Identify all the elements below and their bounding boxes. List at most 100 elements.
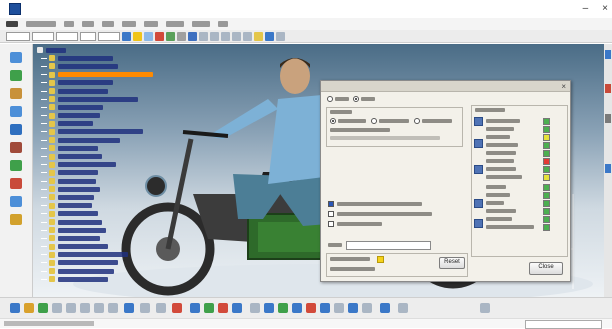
tree-row[interactable] [35, 185, 160, 193]
toolbar-combo-3[interactable] [56, 31, 78, 41]
mode-radio-1[interactable] [327, 96, 333, 102]
option-checkbox-2[interactable] [328, 211, 334, 217]
light-icon[interactable] [348, 303, 358, 313]
close-button[interactable]: Close [529, 262, 563, 275]
settings-icon[interactable] [380, 303, 390, 313]
tree-row[interactable] [35, 79, 160, 87]
section-icon[interactable] [243, 31, 252, 41]
move-down-button[interactable] [474, 165, 483, 174]
render-style-icon[interactable] [140, 303, 150, 313]
light-icon[interactable] [254, 31, 263, 41]
reset-button[interactable]: Reset [439, 257, 465, 269]
camera-icon[interactable] [362, 303, 372, 313]
menu-item-file[interactable] [64, 21, 74, 27]
point-icon[interactable] [155, 31, 164, 41]
layer-icon[interactable] [166, 31, 175, 41]
parameter-row-swatch[interactable] [543, 208, 550, 215]
parameter-row-swatch[interactable] [543, 142, 550, 149]
render-icon[interactable] [265, 31, 274, 41]
tree-row-selected[interactable] [35, 71, 160, 79]
normal-view-icon[interactable] [108, 303, 118, 313]
material-icon[interactable] [10, 178, 22, 189]
measure-icon[interactable] [156, 303, 166, 313]
measure-icon[interactable] [10, 124, 22, 135]
tree-row[interactable] [35, 226, 160, 234]
parameter-row-swatch[interactable] [543, 150, 550, 157]
constraint-icon[interactable] [10, 106, 22, 117]
undo-icon[interactable] [24, 303, 34, 313]
hide-show-icon[interactable] [124, 303, 134, 313]
toolbar-combo-4[interactable] [80, 31, 96, 41]
menu-item-edit[interactable] [82, 21, 94, 27]
option-radio-1[interactable] [330, 118, 336, 124]
section-icon[interactable] [218, 303, 228, 313]
help-icon[interactable] [398, 303, 408, 313]
menu-item-view[interactable] [102, 21, 114, 27]
mode-radio-2[interactable] [353, 96, 359, 102]
tree-row[interactable] [35, 152, 160, 160]
tree-row[interactable] [35, 275, 160, 283]
result-color-swatch[interactable] [377, 256, 384, 263]
chart-icon[interactable] [306, 303, 316, 313]
tree-row[interactable] [35, 193, 160, 201]
tree-row[interactable] [35, 267, 160, 275]
pan-icon[interactable] [66, 303, 76, 313]
shape-icon[interactable] [10, 70, 22, 81]
tree-row[interactable] [35, 95, 160, 103]
tree-row[interactable] [35, 46, 160, 54]
redo-icon[interactable] [38, 303, 48, 313]
section-icon[interactable] [10, 214, 22, 225]
grid-icon[interactable] [177, 31, 186, 41]
move-down-button[interactable] [474, 219, 483, 228]
color-icon[interactable] [122, 31, 131, 41]
tree-row[interactable] [35, 120, 160, 128]
fit-all-icon[interactable] [94, 303, 104, 313]
assembly-icon[interactable] [10, 88, 22, 99]
rotate-icon[interactable] [80, 303, 90, 313]
parameter-row-swatch[interactable] [543, 184, 550, 191]
analysis-icon[interactable] [10, 160, 22, 171]
tree-row[interactable] [35, 234, 160, 242]
parameter-row-swatch[interactable] [543, 158, 550, 165]
menu-item-app[interactable] [26, 21, 56, 27]
save-icon[interactable] [10, 303, 20, 313]
option-radio-3[interactable] [414, 118, 420, 124]
part-icon[interactable] [10, 52, 22, 63]
tree-row[interactable] [35, 103, 160, 111]
view-icon[interactable] [199, 31, 208, 41]
render-icon[interactable] [10, 196, 22, 207]
clash-icon[interactable] [204, 303, 214, 313]
tree-row[interactable] [35, 136, 160, 144]
tree-row[interactable] [35, 112, 160, 120]
parameter-row-swatch[interactable] [543, 200, 550, 207]
snap-icon[interactable] [210, 31, 219, 41]
tree-row[interactable] [35, 210, 160, 218]
view-icon[interactable] [334, 303, 344, 313]
tree-row[interactable] [35, 144, 160, 152]
cog-icon[interactable] [278, 303, 288, 313]
tree-row[interactable] [35, 202, 160, 210]
parameter-row-swatch[interactable] [543, 134, 550, 141]
option-radio-2[interactable] [371, 118, 377, 124]
close-icon[interactable]: × [602, 3, 608, 14]
parameter-row-swatch[interactable] [543, 216, 550, 223]
menu-item-window[interactable] [166, 21, 184, 27]
menu-item-start[interactable] [6, 21, 18, 27]
parameter-row-swatch[interactable] [543, 192, 550, 199]
tree-row[interactable] [35, 218, 160, 226]
tree-row[interactable] [35, 251, 160, 259]
move-up-button[interactable] [474, 139, 483, 148]
tree-row[interactable] [35, 62, 160, 70]
grid-icon[interactable] [320, 303, 330, 313]
graph-icon[interactable] [172, 303, 182, 313]
tree-row[interactable] [35, 161, 160, 169]
parameter-row-swatch[interactable] [543, 174, 550, 181]
menu-item-insert[interactable] [122, 21, 136, 27]
measure-icon[interactable] [221, 31, 230, 41]
brush-icon[interactable] [133, 31, 142, 41]
minimize-icon[interactable]: – [583, 3, 589, 14]
distance-icon[interactable] [232, 303, 242, 313]
option-checkbox-1[interactable] [328, 201, 334, 207]
tree-row[interactable] [35, 243, 160, 251]
parameter-row-swatch[interactable] [543, 224, 550, 231]
